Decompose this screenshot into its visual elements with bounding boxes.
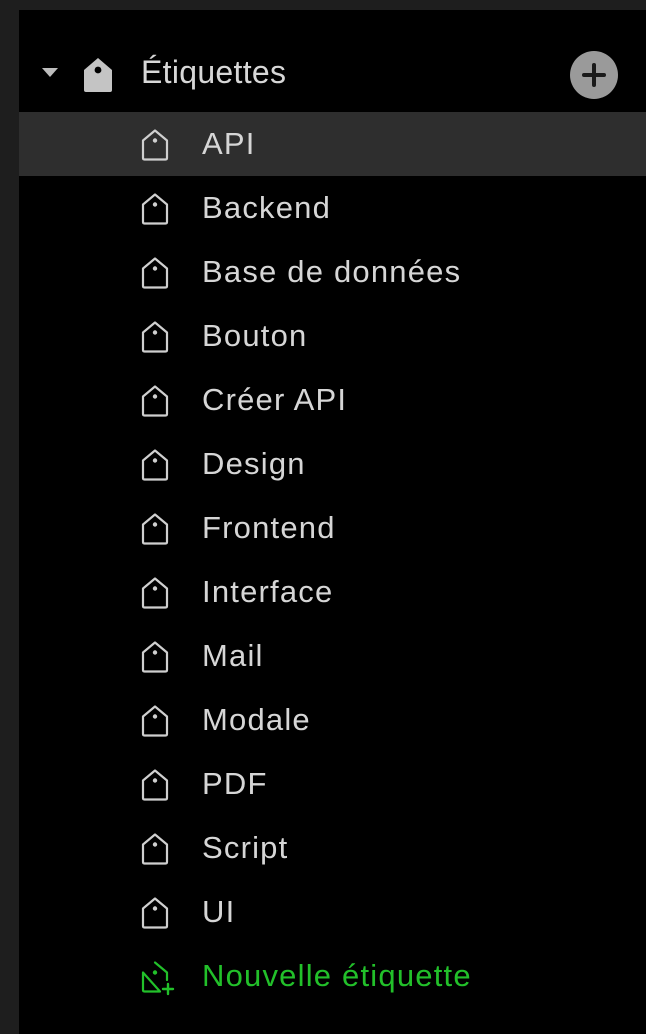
tag-outline-icon — [141, 897, 169, 929]
tag-outline-icon — [141, 513, 169, 545]
tags-section-header[interactable]: Étiquettes — [19, 40, 646, 106]
tag-outline-icon — [141, 577, 169, 609]
tag-item-modale[interactable]: Modale — [19, 688, 646, 752]
add-tag-button[interactable] — [570, 51, 618, 99]
tag-label: Bouton — [202, 318, 308, 353]
tag-label: Interface — [202, 574, 334, 609]
tag-item-pdf[interactable]: PDF — [19, 752, 646, 816]
tag-label: API — [202, 126, 256, 161]
tag-outline-icon — [141, 449, 169, 481]
tag-label: Créer API — [202, 382, 348, 417]
tag-outline-icon — [141, 769, 169, 801]
tag-item-creer-api[interactable]: Créer API — [19, 368, 646, 432]
tag-label: UI — [202, 894, 236, 929]
top-strip — [0, 0, 646, 10]
tag-label: Modale — [202, 702, 311, 737]
tag-label: Design — [202, 446, 306, 481]
tag-item-api[interactable]: API — [19, 112, 646, 176]
tag-item-script[interactable]: Script — [19, 816, 646, 880]
tag-outline-icon — [141, 833, 169, 865]
tag-label: Script — [202, 830, 289, 865]
tag-outline-icon — [141, 385, 169, 417]
new-tag-button[interactable]: Nouvelle étiquette — [19, 944, 646, 1008]
tag-outline-icon — [141, 257, 169, 289]
tag-label: PDF — [202, 766, 268, 801]
triangle-down-icon[interactable] — [42, 68, 58, 77]
tag-outline-icon — [141, 129, 169, 161]
left-rail — [0, 0, 19, 1034]
tag-label: Backend — [202, 190, 332, 225]
tag-item-interface[interactable]: Interface — [19, 560, 646, 624]
tag-item-backend[interactable]: Backend — [19, 176, 646, 240]
tag-label: Base de données — [202, 254, 462, 289]
app-window: Étiquettes API Backend Base de données B… — [0, 0, 646, 1034]
tag-label: Frontend — [202, 510, 336, 545]
tag-plus-icon — [141, 961, 175, 996]
tag-outline-icon — [141, 321, 169, 353]
tag-item-bouton[interactable]: Bouton — [19, 304, 646, 368]
tag-item-ui[interactable]: UI — [19, 880, 646, 944]
tag-list: API Backend Base de données Bouton Créer… — [19, 112, 646, 944]
tags-sidebar-panel: Étiquettes API Backend Base de données B… — [19, 10, 646, 1034]
tag-item-frontend[interactable]: Frontend — [19, 496, 646, 560]
tag-label: Mail — [202, 638, 264, 673]
tag-item-mail[interactable]: Mail — [19, 624, 646, 688]
tag-outline-icon — [141, 705, 169, 737]
tag-filled-icon — [84, 58, 112, 92]
new-tag-label: Nouvelle étiquette — [202, 958, 472, 993]
tag-item-design[interactable]: Design — [19, 432, 646, 496]
section-title: Étiquettes — [141, 54, 287, 90]
tag-outline-icon — [141, 193, 169, 225]
tag-item-base-de-donnees[interactable]: Base de données — [19, 240, 646, 304]
tag-outline-icon — [141, 641, 169, 673]
